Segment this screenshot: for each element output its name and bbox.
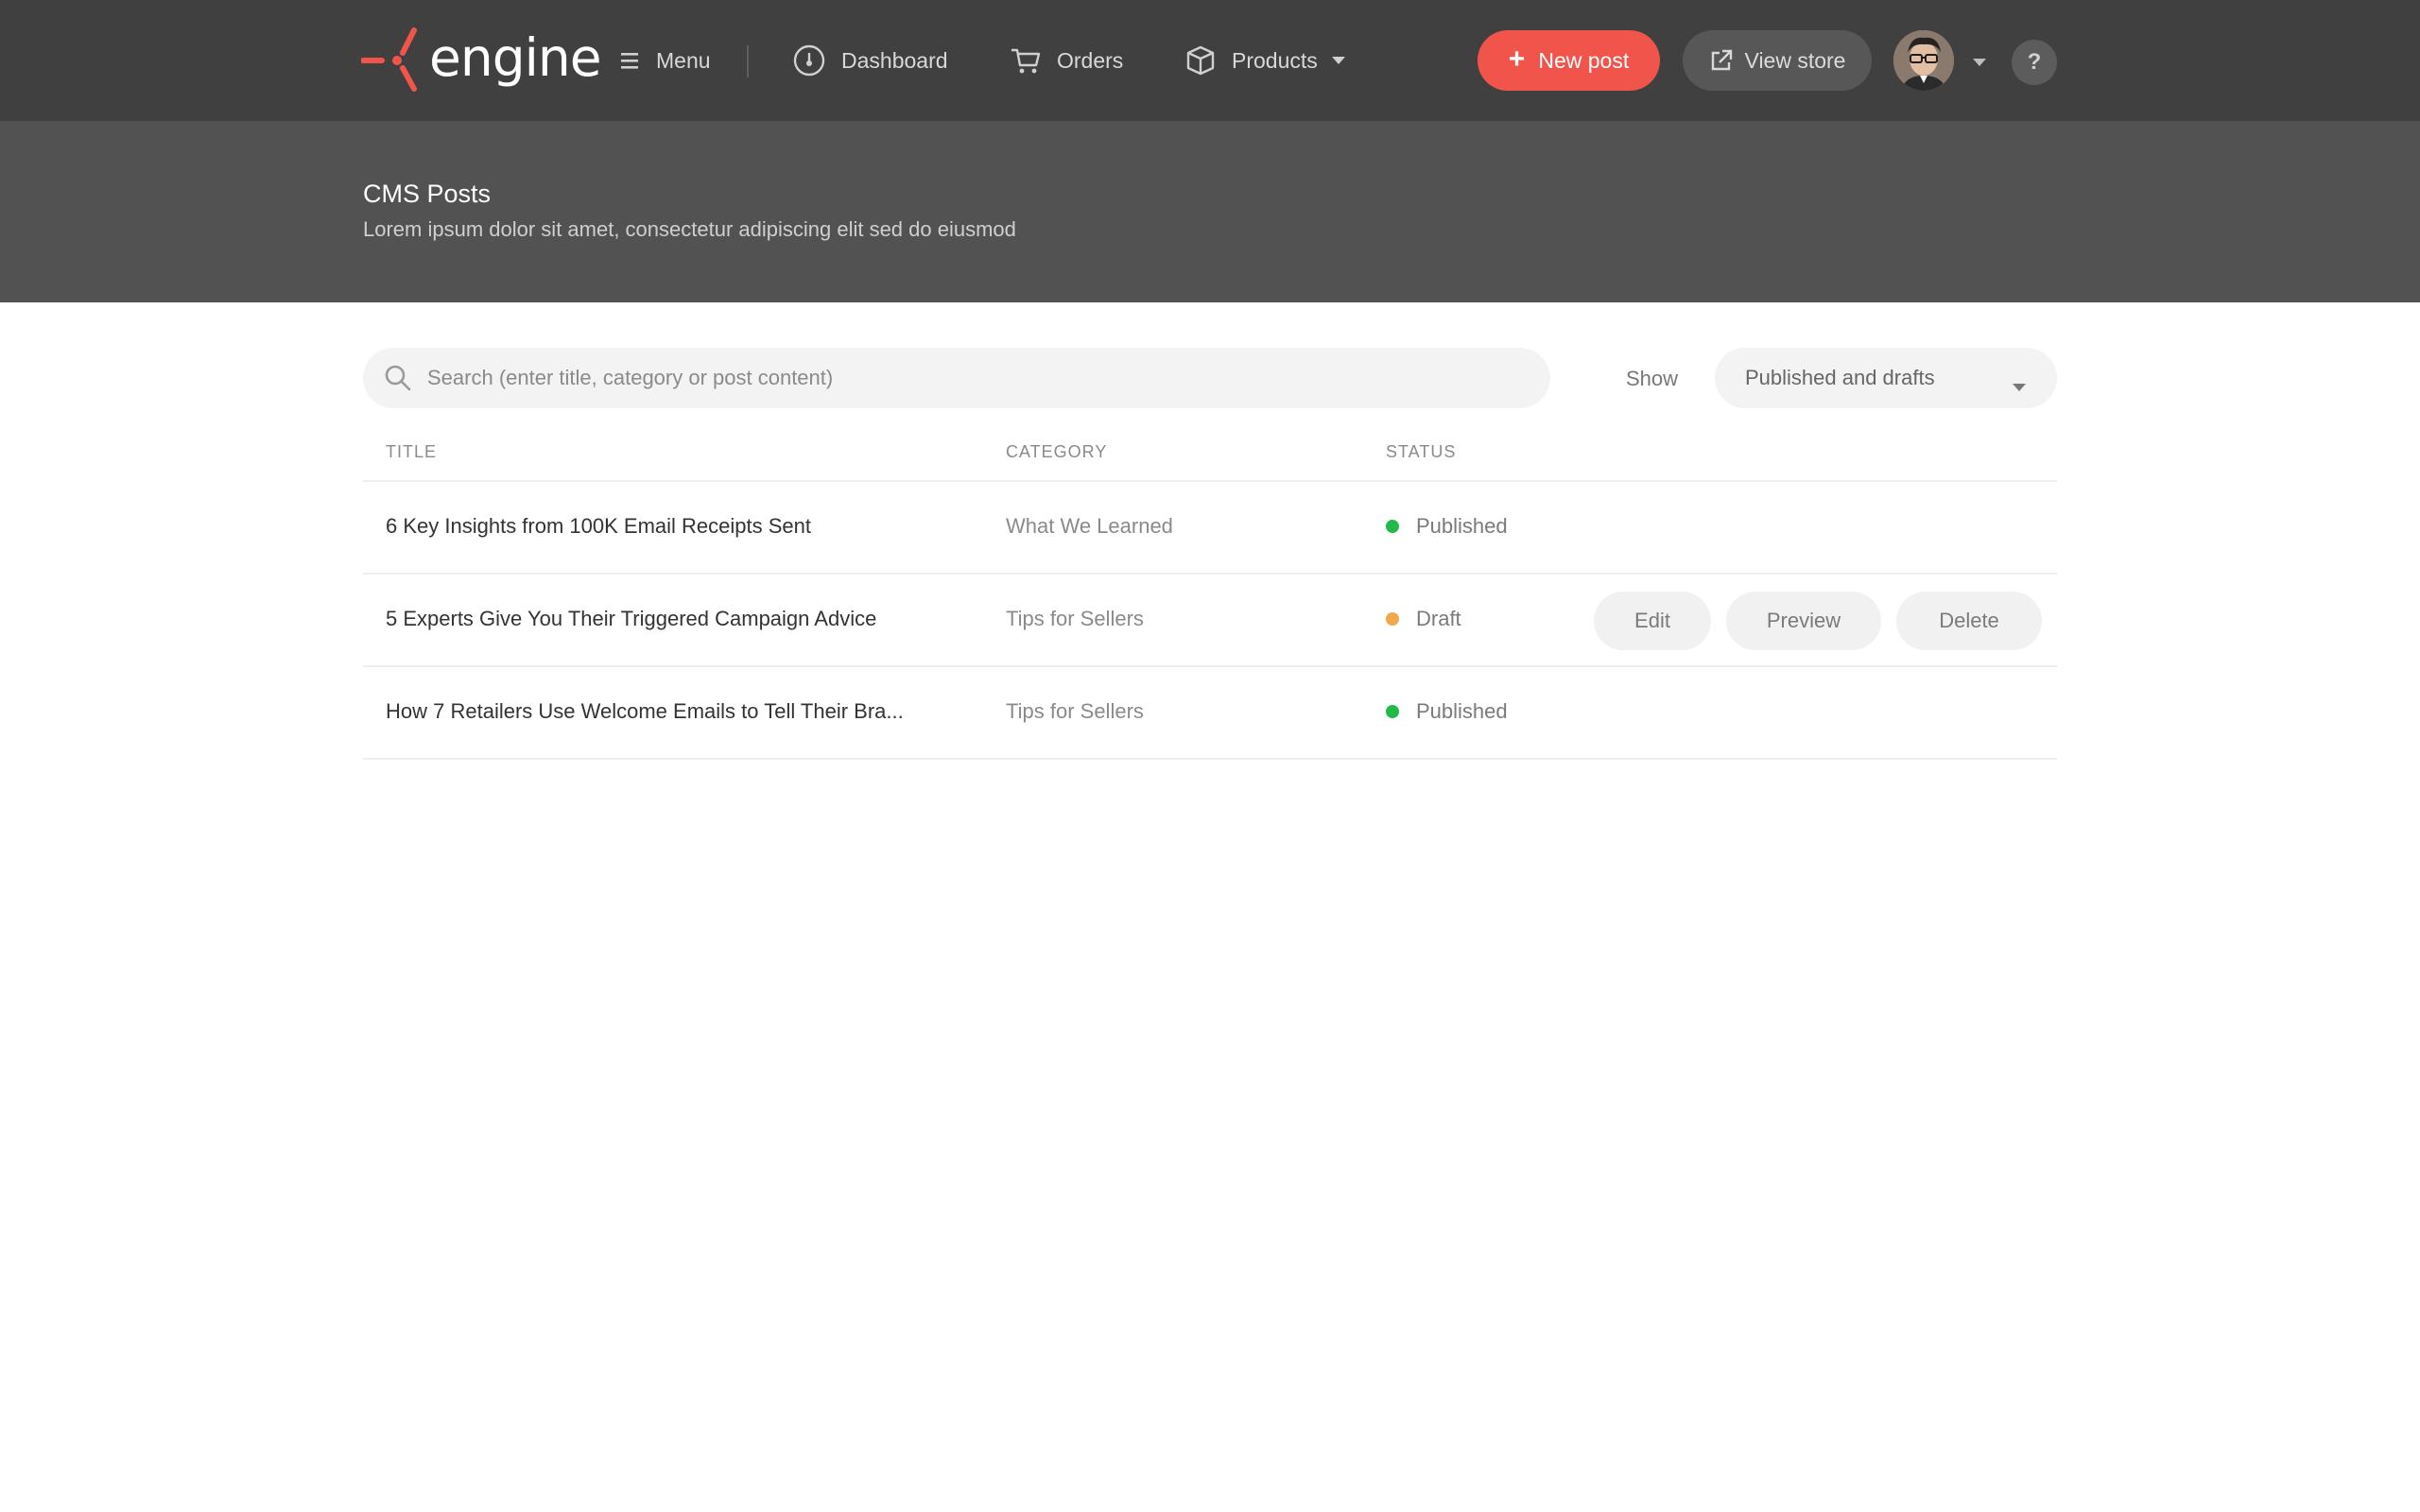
external-link-icon xyxy=(1711,49,1732,71)
show-filter-label: Show xyxy=(1626,367,1679,390)
status-dot xyxy=(1386,612,1399,626)
chevron-down-icon xyxy=(2012,373,2027,398)
user-menu-chevron-down-icon[interactable] xyxy=(1972,55,1987,72)
table-row[interactable]: 5 Experts Give You Their Triggered Campa… xyxy=(363,575,2057,667)
nav-item-dashboard[interactable]: Dashboard xyxy=(792,32,948,89)
user-avatar[interactable] xyxy=(1893,30,1954,91)
page-title: CMS Posts xyxy=(363,180,492,208)
box-icon xyxy=(1184,44,1217,77)
table-header: TITLE CATEGORY STATUS xyxy=(363,431,2057,482)
post-category: Tips for Sellers xyxy=(1006,607,1144,630)
cart-icon xyxy=(1010,46,1042,75)
brand-name: engine xyxy=(429,27,602,88)
status-dot xyxy=(1386,520,1399,533)
row-actions: Edit Preview Delete xyxy=(1594,592,2057,650)
edit-button[interactable]: Edit xyxy=(1594,592,1711,650)
search-icon xyxy=(384,364,412,392)
post-category: What We Learned xyxy=(1006,514,1173,538)
nav-item-label: Orders xyxy=(1057,47,1124,73)
delete-button[interactable]: Delete xyxy=(1896,592,2042,650)
status-label: Published xyxy=(1416,699,1508,723)
column-header-title[interactable]: TITLE xyxy=(386,442,437,462)
column-header-category[interactable]: CATEGORY xyxy=(1006,442,1107,462)
status-dot xyxy=(1386,705,1399,718)
help-button[interactable]: ? xyxy=(2012,40,2057,85)
post-status: Draft xyxy=(1386,607,1461,631)
status-filter-select[interactable]: Published and drafts xyxy=(1715,348,2057,408)
new-post-label: New post xyxy=(1538,47,1630,73)
post-title[interactable]: 5 Experts Give You Their Triggered Campa… xyxy=(386,607,953,631)
search-input[interactable] xyxy=(427,366,1514,390)
hamburger-icon xyxy=(620,51,641,70)
posts-table: TITLE CATEGORY STATUS 6 Key Insights fro… xyxy=(363,431,2057,760)
new-post-button[interactable]: + New post xyxy=(1478,30,1660,91)
nav-divider xyxy=(747,45,749,77)
nav-item-label: Dashboard xyxy=(841,47,948,73)
post-status: Published xyxy=(1386,699,1508,724)
chevron-down-icon xyxy=(1331,56,1346,65)
status-filter-value: Published and drafts xyxy=(1745,366,1935,389)
nav-item-products[interactable]: Products xyxy=(1184,32,1346,89)
page-subtitle: Lorem ipsum dolor sit amet, consectetur … xyxy=(363,217,1016,241)
status-label: Published xyxy=(1416,514,1508,538)
view-store-label: View store xyxy=(1744,47,1846,73)
table-row[interactable]: How 7 Retailers Use Welcome Emails to Te… xyxy=(363,667,2057,760)
preview-button[interactable]: Preview xyxy=(1726,592,1881,650)
engine-logo[interactable]: engine xyxy=(361,26,602,94)
menu-button[interactable]: Menu xyxy=(620,32,711,89)
post-status: Published xyxy=(1386,514,1508,539)
post-category: Tips for Sellers xyxy=(1006,699,1144,723)
table-row[interactable]: 6 Key Insights from 100K Email Receipts … xyxy=(363,482,2057,575)
nav-item-label: Products xyxy=(1232,47,1318,73)
engine-logo-mark-icon xyxy=(361,27,417,92)
view-store-button[interactable]: View store xyxy=(1683,30,1872,91)
help-icon: ? xyxy=(2027,49,2042,75)
status-label: Draft xyxy=(1416,607,1461,630)
plus-icon: + xyxy=(1508,43,1526,75)
page-header: CMS Posts Lorem ipsum dolor sit amet, co… xyxy=(0,121,2420,302)
menu-label: Menu xyxy=(656,47,711,73)
nav-item-orders[interactable]: Orders xyxy=(1010,32,1123,89)
search-bar[interactable] xyxy=(363,348,1550,408)
user-avatar-image xyxy=(1893,30,1954,91)
post-title[interactable]: 6 Key Insights from 100K Email Receipts … xyxy=(386,514,953,539)
post-title[interactable]: How 7 Retailers Use Welcome Emails to Te… xyxy=(386,699,953,724)
dashboard-gauge-icon xyxy=(792,43,826,77)
top-navigation-bar: engine Menu Dashboard Orders Products + … xyxy=(0,0,2420,121)
column-header-status[interactable]: STATUS xyxy=(1386,442,1456,462)
